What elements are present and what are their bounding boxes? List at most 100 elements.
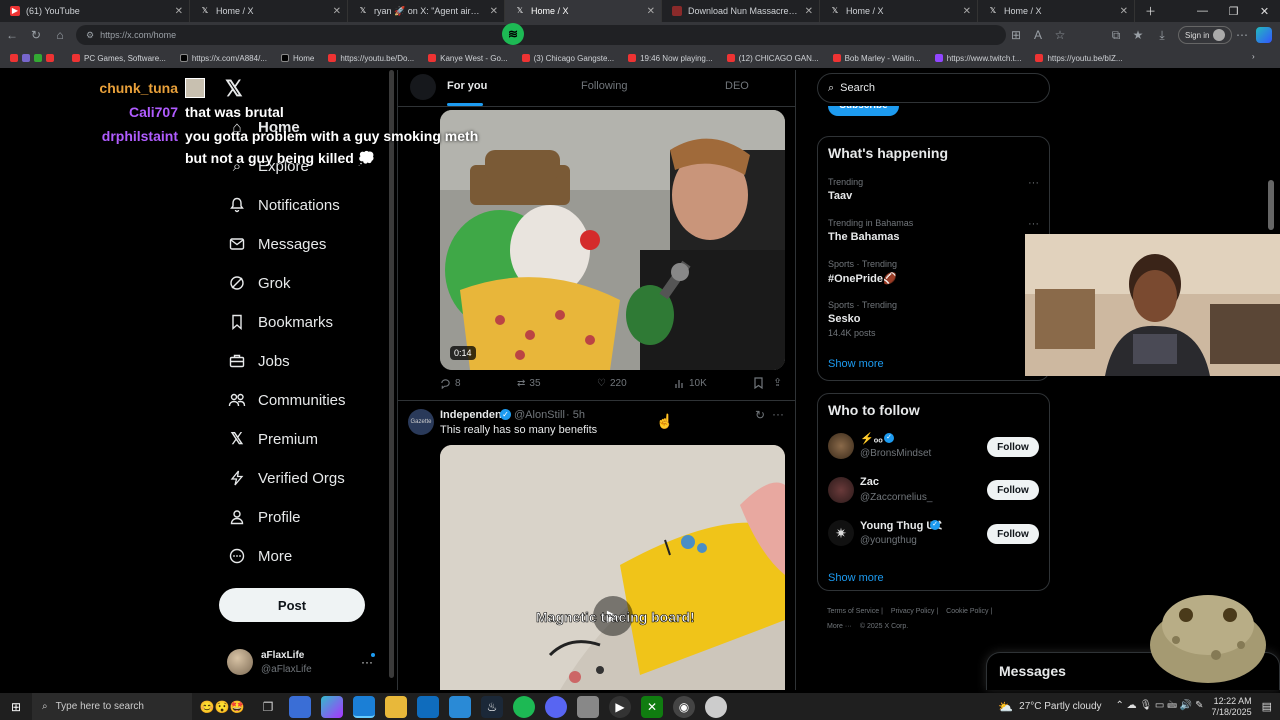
- site-info-icon[interactable]: ⚙: [86, 30, 94, 41]
- edge-icon[interactable]: [353, 695, 375, 718]
- bookmark-item[interactable]: (3) Chicago Gangste...: [521, 54, 614, 63]
- post-author-handle[interactable]: @AlonStill: [514, 409, 565, 421]
- more-dots-icon[interactable]: ···: [361, 655, 373, 669]
- weather-icon[interactable]: ⛅: [998, 700, 1013, 714]
- nav-profile[interactable]: Profile: [228, 508, 301, 526]
- photos-icon[interactable]: [449, 695, 471, 718]
- extensions-icon[interactable]: ⊞: [1004, 28, 1028, 42]
- tab-home-x-3[interactable]: 𝕏 Home / X ✕: [978, 0, 1135, 22]
- page-scrollbar[interactable]: [1268, 180, 1274, 230]
- media-player-icon[interactable]: ▶: [609, 695, 631, 718]
- close-window-icon[interactable]: ✕: [1249, 5, 1280, 18]
- views-button[interactable]: 10K: [675, 378, 707, 389]
- trend-item[interactable]: Trending Taav ···: [828, 177, 1043, 202]
- spotify-icon[interactable]: ≋: [502, 23, 524, 45]
- nav-premium[interactable]: 𝕏 Premium: [228, 430, 318, 449]
- sign-in-button[interactable]: Sign in: [1178, 26, 1233, 44]
- tab-deo[interactable]: DEO: [725, 80, 749, 92]
- follow-button[interactable]: Follow: [987, 524, 1039, 544]
- favorites-icon[interactable]: ★: [1126, 28, 1150, 42]
- more-dots-icon[interactable]: ···: [772, 407, 784, 421]
- show-more-link[interactable]: Show more: [828, 358, 884, 370]
- nav-grok[interactable]: Grok: [228, 274, 291, 292]
- terms-link[interactable]: Terms of Service: [827, 608, 879, 615]
- bookmark-item[interactable]: Bob Marley - Waitin...: [832, 54, 921, 63]
- author-avatar[interactable]: Gazette: [408, 409, 434, 435]
- follow-button[interactable]: Follow: [987, 437, 1039, 457]
- spotify-icon[interactable]: [513, 695, 535, 718]
- download-icon[interactable]: ⤓: [1150, 28, 1174, 43]
- outlook-icon[interactable]: [417, 695, 439, 718]
- weather-text[interactable]: 27°C Partly cloudy: [1019, 701, 1101, 712]
- bookmark-item[interactable]: https://youtu.be/Do...: [328, 54, 414, 63]
- nav-messages[interactable]: Messages: [228, 235, 326, 253]
- bookmark-icon[interactable]: [753, 377, 764, 392]
- collections-icon[interactable]: ⧉: [1104, 28, 1128, 43]
- new-tab-icon[interactable]: ＋: [1135, 3, 1166, 19]
- url-field[interactable]: ⚙ https://x.com/home: [76, 25, 1006, 45]
- tab-youtube[interactable]: ▶ (61) YouTube ✕: [0, 0, 190, 22]
- obs-icon[interactable]: ◉: [673, 695, 695, 718]
- trend-item[interactable]: Sports · Trending #OnePride🏈: [828, 259, 1028, 285]
- close-icon[interactable]: ✕: [1120, 6, 1128, 17]
- nav-jobs[interactable]: Jobs: [228, 352, 290, 370]
- search-input[interactable]: ⌕ Search: [817, 73, 1050, 103]
- post-2-video[interactable]: ▶ Magnetic tracing board!: [440, 445, 785, 690]
- chevron-right-icon[interactable]: ›: [1252, 52, 1255, 61]
- copilot-icon[interactable]: [1256, 27, 1272, 43]
- read-aloud-icon[interactable]: A: [1026, 28, 1050, 42]
- nav-more[interactable]: More: [228, 547, 292, 565]
- close-icon[interactable]: ✕: [805, 6, 813, 17]
- privacy-link[interactable]: Privacy Policy: [891, 608, 935, 615]
- bookmark-item[interactable]: https://x.com/A884/...: [179, 54, 267, 63]
- minimize-icon[interactable]: —: [1187, 5, 1218, 17]
- trend-item[interactable]: Trending in Bahamas The Bahamas ···: [828, 218, 1043, 243]
- left-scrollbar[interactable]: [389, 70, 394, 678]
- maximize-icon[interactable]: ❐: [1218, 5, 1249, 18]
- close-icon[interactable]: ✕: [647, 6, 655, 17]
- post-video[interactable]: 0:14: [440, 110, 785, 370]
- bookmark-item[interactable]: 19:46 Now playing...: [628, 54, 713, 63]
- taskbar-search[interactable]: ⌕ Type here to search: [32, 693, 192, 720]
- back-icon[interactable]: ←: [0, 28, 24, 42]
- close-icon[interactable]: ✕: [963, 6, 971, 17]
- store-icon[interactable]: [289, 695, 311, 718]
- app-icon[interactable]: [577, 695, 599, 718]
- more-link[interactable]: More ···: [827, 623, 852, 630]
- grok-explain-icon[interactable]: ↻: [755, 408, 765, 422]
- tab-home-x-active[interactable]: 𝕏 Home / X ✕: [505, 0, 662, 22]
- more-dots-icon[interactable]: ···: [1028, 177, 1039, 189]
- tab-home-x[interactable]: 𝕏 Home / X ✕: [190, 0, 348, 22]
- x-logo-icon[interactable]: 𝕏: [225, 76, 243, 102]
- nav-notifications[interactable]: Notifications: [228, 196, 340, 214]
- discord-icon[interactable]: [545, 695, 567, 718]
- windows-start-icon[interactable]: ⊞: [5, 696, 27, 718]
- cookie-link[interactable]: Cookie Policy: [946, 608, 988, 615]
- nav-communities[interactable]: Communities: [228, 391, 346, 409]
- app-icon[interactable]: [705, 695, 727, 718]
- subscribe-button[interactable]: Subscribe: [828, 106, 899, 116]
- home-icon[interactable]: ⌂: [48, 28, 72, 42]
- settings-more-icon[interactable]: ⋯: [1230, 28, 1254, 42]
- clock[interactable]: 12:22 AM 7/18/2025: [1212, 696, 1252, 718]
- refresh-icon[interactable]: ↻: [24, 28, 48, 42]
- nav-bookmarks[interactable]: Bookmarks: [228, 313, 333, 331]
- nav-verified-orgs[interactable]: Verified Orgs: [228, 469, 345, 487]
- bookmark-item[interactable]: https://youtu.be/bIZ...: [1035, 54, 1123, 63]
- favorite-star-icon[interactable]: ☆: [1048, 28, 1072, 42]
- tab-nun-massacre[interactable]: Download Nun Massacre - Full ✕: [662, 0, 820, 22]
- reply-button[interactable]: 8: [440, 378, 461, 389]
- more-dots-icon[interactable]: ···: [1028, 218, 1039, 230]
- notification-center-icon[interactable]: ▤: [1262, 700, 1272, 713]
- repost-button[interactable]: ⇄ 35: [517, 378, 541, 389]
- tab-for-you[interactable]: For you: [447, 80, 487, 92]
- xbox-icon[interactable]: ✕: [641, 695, 663, 718]
- bookmark-item[interactable]: (12) CHICAGO GAN...: [726, 54, 819, 63]
- tab-ryan-post[interactable]: 𝕏 ryan 🚀 on X: "Agent airballed o ✕: [348, 0, 505, 22]
- bookmark-item[interactable]: Home: [280, 54, 314, 63]
- post-button[interactable]: Post: [219, 588, 365, 622]
- tab-home-x-2[interactable]: 𝕏 Home / X ✕: [820, 0, 978, 22]
- task-view-icon[interactable]: ❐: [257, 696, 279, 718]
- like-button[interactable]: ♡ 220: [597, 378, 627, 389]
- close-icon[interactable]: ✕: [490, 6, 498, 17]
